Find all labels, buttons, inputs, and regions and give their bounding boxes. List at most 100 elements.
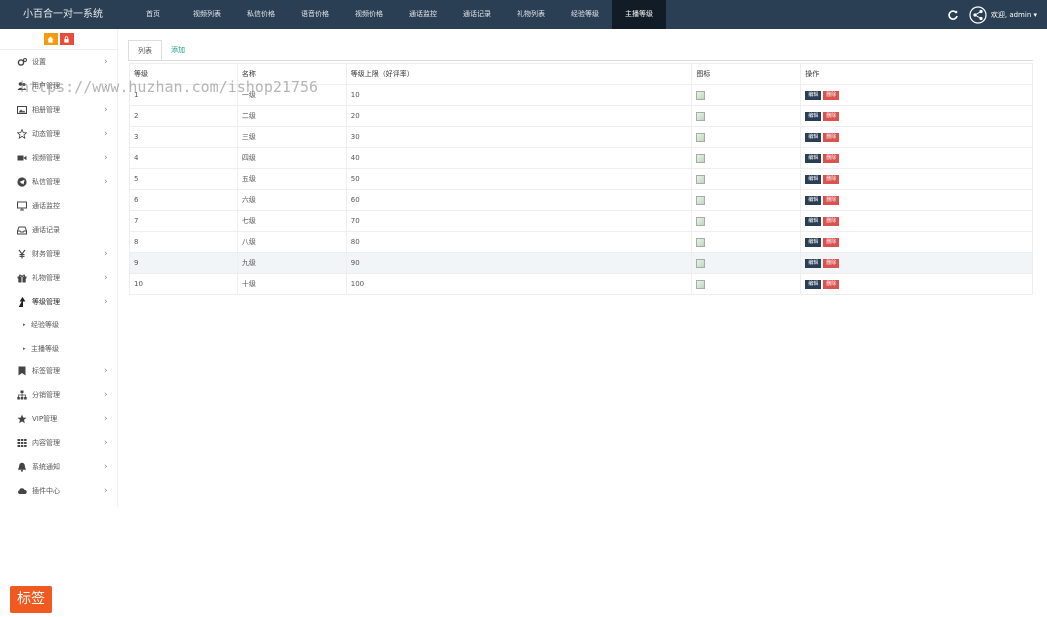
delete-button[interactable]: 删除 [823, 216, 840, 226]
sidebar-item-distribution[interactable]: 分销管理 › [0, 384, 118, 407]
nav-call-records[interactable]: 通话记录 [450, 0, 504, 29]
nav-voice-price[interactable]: 语音价格 [288, 0, 342, 29]
delete-button[interactable]: 删除 [823, 237, 840, 247]
app-title[interactable]: 小百合一对一系统 [0, 0, 126, 29]
sidebar-item-notifications[interactable]: 系统通知 › [0, 456, 118, 479]
nav-home[interactable]: 首页 [126, 0, 180, 29]
level-up-icon [19, 297, 26, 307]
sitemap-icon [17, 390, 27, 400]
broken-image-icon [696, 90, 706, 100]
edit-button[interactable]: 编辑 [805, 174, 822, 184]
edit-button[interactable]: 编辑 [805, 237, 822, 247]
delete-button[interactable]: 删除 [823, 258, 840, 268]
tab-add[interactable]: 添加 [162, 40, 194, 61]
edit-button[interactable]: 编辑 [805, 258, 822, 268]
edit-button[interactable]: 编辑 [805, 90, 822, 100]
delete-button[interactable]: 删除 [823, 90, 840, 100]
delete-button[interactable]: 删除 [823, 153, 840, 163]
sidebar-item-call-records[interactable]: 通话记录 [0, 219, 118, 242]
level-cell: 2 [129, 105, 238, 127]
name-cell: 九级 [236, 252, 347, 274]
sidebar-item-label: 动态管理 [32, 130, 60, 138]
refresh-icon[interactable] [947, 9, 959, 21]
sidebar-item-messages[interactable]: 私信管理 › [0, 171, 118, 194]
nav-host-level[interactable]: 主播等级 [612, 0, 666, 29]
nav-gift-list[interactable]: 礼物列表 [504, 0, 558, 29]
sidebar-item-content[interactable]: 内容管理 › [0, 432, 118, 455]
star-outline-icon [17, 129, 27, 139]
column-header-name: 名称 [236, 63, 347, 85]
chevron-right-icon: › [104, 105, 108, 115]
edit-button[interactable]: 编辑 [805, 279, 822, 289]
delete-button[interactable]: 删除 [823, 111, 840, 121]
edit-button[interactable]: 编辑 [805, 132, 822, 142]
level-cell: 7 [129, 210, 238, 232]
chevron-right-icon: › [104, 438, 108, 448]
sidebar-item-levels[interactable]: 等级管理 › [0, 291, 118, 314]
top-right-area: 欢迎, admin ▾ [947, 0, 1037, 29]
tab-list[interactable]: 列表 [128, 40, 162, 61]
icon-cell [691, 147, 802, 169]
cloud-icon [18, 488, 27, 494]
table-row: 6 六级 60 编辑 删除 [129, 189, 1033, 211]
delete-button[interactable]: 删除 [823, 174, 840, 184]
actions-cell: 编辑 删除 [800, 273, 1033, 295]
sidebar-item-finance[interactable]: 财务管理 › [0, 243, 118, 266]
user-menu[interactable]: 欢迎, admin ▾ [991, 10, 1037, 20]
sidebar-item-plugins[interactable]: 插件中心 › [0, 480, 118, 503]
sidebar-item-call-monitor[interactable]: 通话监控 [0, 195, 118, 218]
image-icon [17, 106, 27, 114]
sidebar-subitem-host-level[interactable]: ▸ 主播等级 [0, 338, 118, 361]
nav-message-price[interactable]: 私信价格 [234, 0, 288, 29]
actions-cell: 编辑 删除 [800, 168, 1033, 190]
chevron-right-icon: › [104, 57, 108, 67]
icon-cell [691, 126, 802, 148]
icon-cell [691, 168, 802, 190]
actions-cell: 编辑 删除 [800, 210, 1033, 232]
delete-button[interactable]: 删除 [823, 132, 840, 142]
nav-exp-level[interactable]: 经验等级 [558, 0, 612, 29]
nav-video-price[interactable]: 视频价格 [342, 0, 396, 29]
table-header-row: 等级 名称 等级上限（好评率） 图标 操作 [129, 63, 1033, 85]
delete-button[interactable]: 删除 [823, 195, 840, 205]
actions-cell: 编辑 删除 [800, 105, 1033, 127]
name-cell: 四级 [236, 147, 347, 169]
icon-cell [691, 231, 802, 253]
edit-button[interactable]: 编辑 [805, 153, 822, 163]
delete-button[interactable]: 删除 [823, 279, 840, 289]
sidebar-item-tags[interactable]: 标签管理 › [0, 360, 118, 383]
table-row: 9 九级 90 编辑 删除 [129, 252, 1033, 274]
nav-call-monitor[interactable]: 通话监控 [396, 0, 450, 29]
top-nav: 首页 视频列表 私信价格 语音价格 视频价格 通话监控 通话记录 礼物列表 经验… [126, 0, 666, 29]
lock-button[interactable] [59, 33, 74, 45]
share-icon[interactable] [969, 5, 987, 24]
sidebar-subitem-label: 主播等级 [31, 345, 59, 353]
sidebar-item-videos[interactable]: 视频管理 › [0, 147, 118, 170]
sidebar-item-label: 相册管理 [32, 106, 60, 114]
broken-image-icon [696, 111, 706, 121]
column-header-level: 等级 [129, 63, 238, 85]
limit-cell: 30 [345, 126, 693, 148]
home-button[interactable] [43, 33, 58, 45]
sidebar-item-label: 私信管理 [32, 178, 60, 186]
sidebar-item-vip[interactable]: VIP管理 › [0, 408, 118, 431]
sidebar-item-label: 通话监控 [32, 202, 60, 210]
sidebar-item-label: 内容管理 [32, 439, 60, 447]
edit-button[interactable]: 编辑 [805, 195, 822, 205]
column-header-limit: 等级上限（好评率） [345, 63, 693, 85]
chevron-right-icon: › [104, 462, 108, 472]
sidebar-item-settings[interactable]: 设置 › [0, 51, 118, 74]
edit-button[interactable]: 编辑 [805, 216, 822, 226]
nav-video-list[interactable]: 视频列表 [180, 0, 234, 29]
tag-badge-button[interactable]: 标签 [10, 586, 52, 613]
edit-button[interactable]: 编辑 [805, 111, 822, 121]
limit-cell: 70 [345, 210, 693, 232]
table-row: 7 七级 70 编辑 删除 [129, 210, 1033, 232]
limit-cell: 100 [345, 273, 693, 295]
sidebar-item-moments[interactable]: 动态管理 › [0, 123, 118, 146]
table-row: 8 八级 80 编辑 删除 [129, 231, 1033, 253]
sidebar-item-gifts[interactable]: 礼物管理 › [0, 267, 118, 290]
sidebar-item-users[interactable]: 用户管理 › [0, 75, 118, 98]
sidebar-item-albums[interactable]: 相册管理 › [0, 99, 118, 122]
sidebar-subitem-exp-level[interactable]: ▸ 经验等级 [0, 314, 118, 337]
